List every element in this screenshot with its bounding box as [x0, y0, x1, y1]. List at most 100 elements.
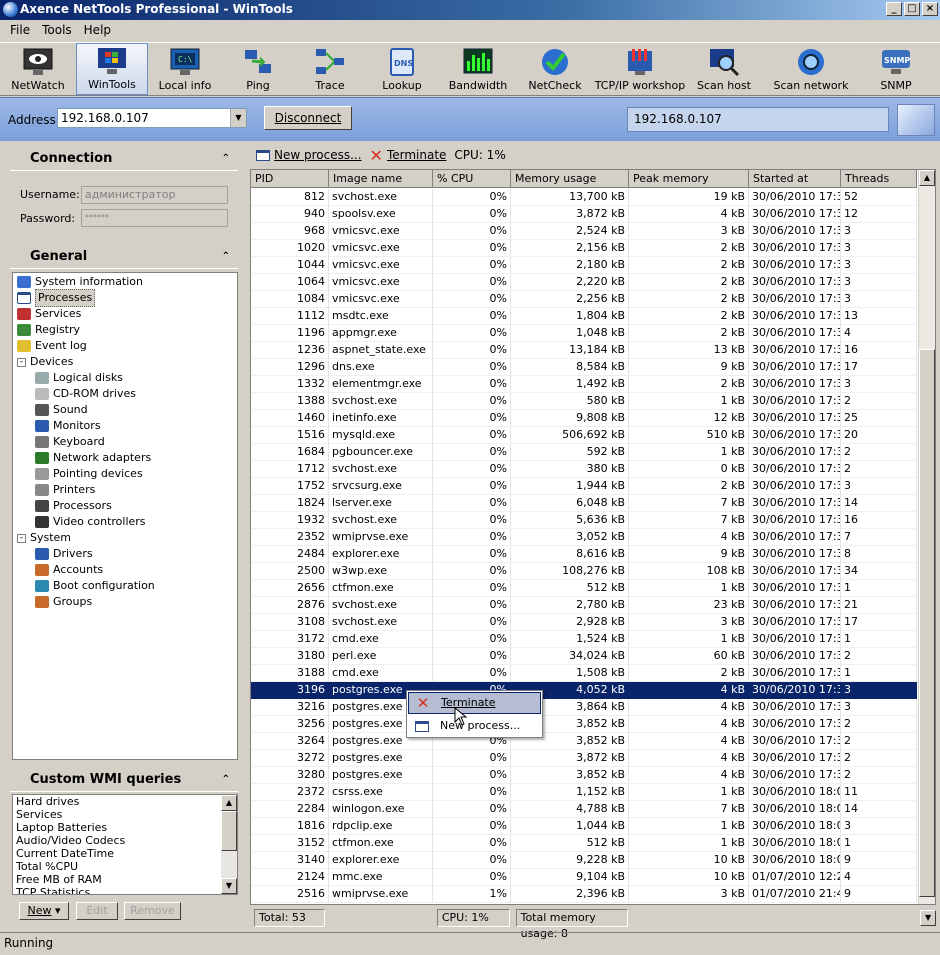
- table-row[interactable]: 2516 wmiprvse.exe 1% 2,396 kB 3 kB 01/07/2010…: [251, 886, 917, 903]
- tree-item[interactable]: Pointing devices: [35, 466, 143, 482]
- tree-item[interactable]: Registry: [17, 322, 80, 338]
- table-row[interactable]: 1388 svchost.exe 0% 580 kB 1 kB 30/06/2010 17…: [251, 393, 917, 410]
- column-header[interactable]: Memory usage: [511, 170, 629, 188]
- table-row[interactable]: 2372 csrss.exe 0% 1,152 kB 1 kB 30/06/2010 18…: [251, 784, 917, 801]
- wmi-edit-button[interactable]: Edit: [76, 902, 118, 920]
- scroll-track[interactable]: [919, 187, 935, 349]
- table-row[interactable]: 3256postgres.exe0%3,852 kB4 kB30/06/2010…: [251, 716, 917, 733]
- wmi-query-item[interactable]: Services: [13, 808, 237, 821]
- tree-item[interactable]: Accounts: [35, 562, 103, 578]
- tree-item[interactable]: Groups: [35, 594, 92, 610]
- toolbar-lookup[interactable]: DNS Lookup: [366, 43, 438, 95]
- table-row[interactable]: 2876 svchost.exe 0% 2,780 kB 23 kB 30/06/2010…: [251, 597, 917, 614]
- title-bar[interactable]: Axence NetTools Professional - WinTools …: [0, 0, 940, 20]
- wmi-scrollbar[interactable]: ▲ ▼: [221, 795, 237, 894]
- username-field[interactable]: администратор: [81, 186, 228, 204]
- table-row[interactable]: 2284 winlogon.exe 0% 4,788 kB 7 kB 30/06/2010…: [251, 801, 917, 818]
- scroll-down-icon[interactable]: ▼: [221, 878, 237, 894]
- table-row[interactable]: 1932 svchost.exe 0% 5,636 kB 7 kB 30/06/2010 …: [251, 512, 917, 529]
- toolbar-local-info[interactable]: C:\ Local info: [148, 43, 222, 95]
- chevron-down-icon[interactable]: ▼: [230, 109, 246, 127]
- toolbar-bandwidth[interactable]: Bandwidth: [438, 43, 518, 95]
- tree-item[interactable]: Network adapters: [35, 450, 151, 466]
- tree-item[interactable]: Processes: [17, 289, 96, 307]
- new-process-button[interactable]: New process...: [256, 148, 362, 162]
- toolbar-scan-network[interactable]: Scan network: [760, 43, 862, 95]
- address-combo[interactable]: 192.168.0.107 ▼: [57, 108, 247, 128]
- toolbar-tcpip-workshop[interactable]: TCP/IP workshop: [592, 43, 688, 95]
- table-row[interactable]: 2124 mmc.exe 0% 9,104 kB 10 kB 01/07/2010 12:…: [251, 869, 917, 886]
- collapse-tree-icon[interactable]: -: [17, 357, 26, 367]
- menu-tools[interactable]: Tools: [36, 20, 78, 41]
- maximize-button[interactable]: □: [904, 2, 920, 16]
- collapse-icon[interactable]: ⌃: [222, 147, 230, 171]
- toolbar-ping[interactable]: Ping: [222, 43, 294, 95]
- toolbar-snmp[interactable]: SNMP SNMP: [862, 43, 930, 95]
- column-header[interactable]: Started at: [749, 170, 841, 188]
- menu-help[interactable]: Help: [78, 20, 117, 41]
- tree-item[interactable]: System information: [17, 274, 143, 290]
- table-row[interactable]: 3264 postgres.exe 0% 3,852 kB 4 kB 30/06/2010…: [251, 733, 917, 750]
- tree-item[interactable]: Printers: [35, 482, 95, 498]
- table-row[interactable]: 1044 vmicsvc.exe 0% 2,180 kB 2 kB 30/06/2010 …: [251, 257, 917, 274]
- toolbar-netcheck[interactable]: NetCheck: [518, 43, 592, 95]
- table-row[interactable]: 1816 rdpclip.exe 0% 1,044 kB 1 kB 30/06/2010 …: [251, 818, 917, 835]
- table-row[interactable]: 3172 cmd.exe 0% 1,524 kB 1 kB 30/06/2010 17:3…: [251, 631, 917, 648]
- table-row[interactable]: 2656 ctfmon.exe 0% 512 kB 1 kB 30/06/2010 17:…: [251, 580, 917, 597]
- collapse-icon[interactable]: ⌃: [222, 768, 230, 792]
- tree-item[interactable]: - Devices: [17, 354, 73, 370]
- tree-item[interactable]: Drivers: [35, 546, 93, 562]
- table-row[interactable]: 1460 inetinfo.exe 0% 9,808 kB 12 kB 30/06/201…: [251, 410, 917, 427]
- minimize-button[interactable]: _: [886, 2, 902, 16]
- wmi-new-button[interactable]: New ▾: [19, 902, 69, 920]
- tree-item[interactable]: Monitors: [35, 418, 101, 434]
- scroll-thumb[interactable]: [221, 811, 237, 851]
- table-row[interactable]: 1084 vmicsvc.exe 0% 2,256 kB 2 kB 30/06/2010 …: [251, 291, 917, 308]
- table-row[interactable]: 2500 w3wp.exe 0% 108,276 kB 108 kB 30/06/2010…: [251, 563, 917, 580]
- scroll-down-icon[interactable]: ▼: [920, 910, 936, 926]
- table-row[interactable]: 3180 perl.exe 0% 34,024 kB 60 kB 30/06/2010 1…: [251, 648, 917, 665]
- terminate-button[interactable]: ✕ Terminate: [370, 146, 447, 165]
- table-row[interactable]: 3140 explorer.exe 0% 9,228 kB 10 kB 30/06/201…: [251, 852, 917, 869]
- tree-item[interactable]: Video controllers: [35, 514, 146, 530]
- table-row[interactable]: 1020 vmicsvc.exe 0% 2,156 kB 2 kB 30/06/2010 …: [251, 240, 917, 257]
- scroll-up-icon[interactable]: ▲: [919, 170, 935, 186]
- table-row[interactable]: 3216postgres.exe0%3,864 kB4 kB30/06/2010…: [251, 699, 917, 716]
- scroll-thumb[interactable]: [919, 349, 935, 897]
- column-header[interactable]: Peak memory: [629, 170, 749, 188]
- table-row[interactable]: 1684 pgbouncer.exe 0% 592 kB 1 kB 30/06/2010 …: [251, 444, 917, 461]
- table-row[interactable]: 1196 appmgr.exe 0% 1,048 kB 2 kB 30/06/2010 1…: [251, 325, 917, 342]
- table-row[interactable]: 3196postgres.exe0%4,052 kB4 kB30/06/2010…: [251, 682, 917, 699]
- menu-file[interactable]: File: [4, 20, 36, 41]
- collapse-tree-icon[interactable]: -: [17, 533, 26, 543]
- table-row[interactable]: 1712 svchost.exe 0% 380 kB 0 kB 30/06/2010 17…: [251, 461, 917, 478]
- table-row[interactable]: 1064 vmicsvc.exe 0% 2,220 kB 2 kB 30/06/2010 …: [251, 274, 917, 291]
- tree-item[interactable]: Boot configuration: [35, 578, 155, 594]
- column-header[interactable]: % CPU: [433, 170, 511, 188]
- wmi-query-item[interactable]: Audio/Video Codecs: [13, 834, 237, 847]
- wmi-query-item[interactable]: TCP Statistics: [13, 886, 237, 894]
- tree-item[interactable]: Event log: [17, 338, 87, 354]
- toolbar-wintools[interactable]: WinTools: [76, 43, 148, 95]
- table-row[interactable]: 2352 wmiprvse.exe 0% 3,052 kB 4 kB 30/06/2010…: [251, 529, 917, 546]
- table-row[interactable]: 1752 srvcsurg.exe 0% 1,944 kB 2 kB 30/06/2010…: [251, 478, 917, 495]
- table-row[interactable]: 1112 msdtc.exe 0% 1,804 kB 2 kB 30/06/2010 17…: [251, 308, 917, 325]
- table-row[interactable]: 968 vmicsvc.exe 0% 2,524 kB 3 kB 30/06/2010 1…: [251, 223, 917, 240]
- tree-item[interactable]: Keyboard: [35, 434, 105, 450]
- wmi-header[interactable]: Custom WMI queries ⌃: [10, 768, 238, 792]
- table-row[interactable]: 1332 elementmgr.exe 0% 1,492 kB 2 kB 30/06/20…: [251, 376, 917, 393]
- general-header[interactable]: General ⌃: [10, 245, 238, 269]
- table-row[interactable]: 1236 aspnet_state.exe 0% 13,184 kB 13 kB 30/0…: [251, 342, 917, 359]
- column-header[interactable]: Image name: [329, 170, 433, 188]
- wmi-query-item[interactable]: Hard drives: [13, 795, 237, 808]
- wmi-query-item[interactable]: Free MB of RAM: [13, 873, 237, 886]
- close-button[interactable]: ×: [922, 2, 938, 16]
- table-row[interactable]: 812 svchost.exe 0% 13,700 kB 19 kB 30/06/2010…: [251, 189, 917, 206]
- connection-header[interactable]: Connection ⌃: [10, 147, 238, 171]
- context-new-process[interactable]: New process...: [408, 715, 541, 737]
- table-row[interactable]: 940 spoolsv.exe 0% 3,872 kB 4 kB 30/06/2010 1…: [251, 206, 917, 223]
- table-row[interactable]: 3272 postgres.exe 0% 3,872 kB 4 kB 30/06/2010…: [251, 750, 917, 767]
- table-row[interactable]: 2484 explorer.exe 0% 8,616 kB 9 kB 30/06/2010…: [251, 546, 917, 563]
- grid-vertical-scrollbar[interactable]: ▲: [918, 170, 935, 904]
- toolbar-netwatch[interactable]: NetWatch: [0, 43, 76, 95]
